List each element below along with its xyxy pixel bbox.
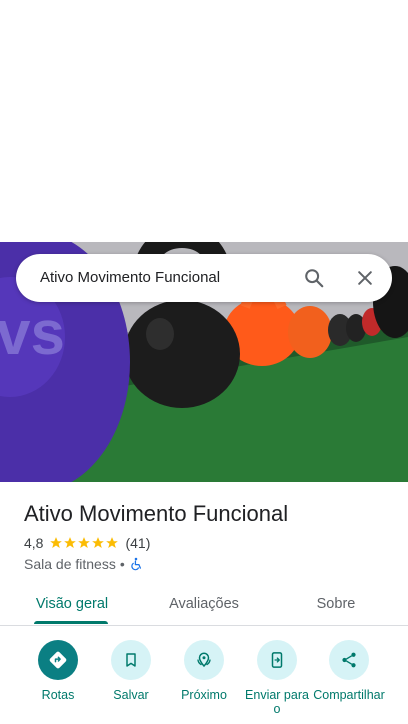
- place-title: Ativo Movimento Funcional: [24, 501, 289, 526]
- tab-reviews[interactable]: Avaliações: [156, 584, 252, 624]
- action-bar: Rotas Salvar Próximo Enviar para o Compa…: [0, 640, 408, 724]
- category-row: Sala de fitness •: [24, 554, 143, 574]
- share-label: Compartilhar: [313, 688, 385, 702]
- star-icon: [50, 537, 63, 548]
- star-icon: [78, 537, 91, 548]
- share-button[interactable]: Compartilhar: [312, 640, 386, 702]
- rating-row[interactable]: 4,8 (41): [24, 533, 150, 553]
- share-icon[interactable]: [329, 640, 369, 680]
- review-count[interactable]: (41): [125, 535, 150, 551]
- directions-icon[interactable]: [38, 640, 78, 680]
- save-button[interactable]: Salvar: [94, 640, 168, 702]
- search-bar[interactable]: Ativo Movimento Funcional: [16, 254, 392, 302]
- nearby-label: Próximo: [181, 688, 227, 702]
- rating-value: 4,8: [24, 535, 44, 551]
- svg-text:vs: vs: [0, 299, 65, 368]
- search-icon[interactable]: [294, 258, 334, 298]
- star-icon: [106, 537, 119, 548]
- tab-about[interactable]: Sobre: [296, 584, 376, 624]
- separator-dot: •: [119, 556, 125, 572]
- wheelchair-icon: [131, 557, 141, 571]
- close-icon[interactable]: [345, 258, 385, 298]
- star-icon: [92, 537, 105, 548]
- tab-overview[interactable]: Visão geral: [26, 584, 118, 624]
- active-tab-indicator: [34, 621, 108, 624]
- directions-button[interactable]: Rotas: [21, 640, 95, 702]
- star-rating: [49, 536, 119, 550]
- send-to-phone-label: Enviar para o: [245, 688, 309, 716]
- blank-map-area: [0, 0, 408, 242]
- send-to-phone-icon[interactable]: [257, 640, 297, 680]
- nearby-icon[interactable]: [184, 640, 224, 680]
- tab-bar: Visão geral Avaliações Sobre: [0, 584, 408, 626]
- nearby-button[interactable]: Próximo: [167, 640, 241, 702]
- star-icon: [64, 537, 77, 548]
- save-label: Salvar: [113, 688, 149, 702]
- place-category: Sala de fitness: [24, 556, 116, 572]
- search-input[interactable]: Ativo Movimento Funcional: [40, 254, 220, 302]
- directions-label: Rotas: [41, 688, 75, 702]
- bookmark-icon[interactable]: [111, 640, 151, 680]
- send-to-phone-button[interactable]: Enviar para o: [240, 640, 314, 716]
